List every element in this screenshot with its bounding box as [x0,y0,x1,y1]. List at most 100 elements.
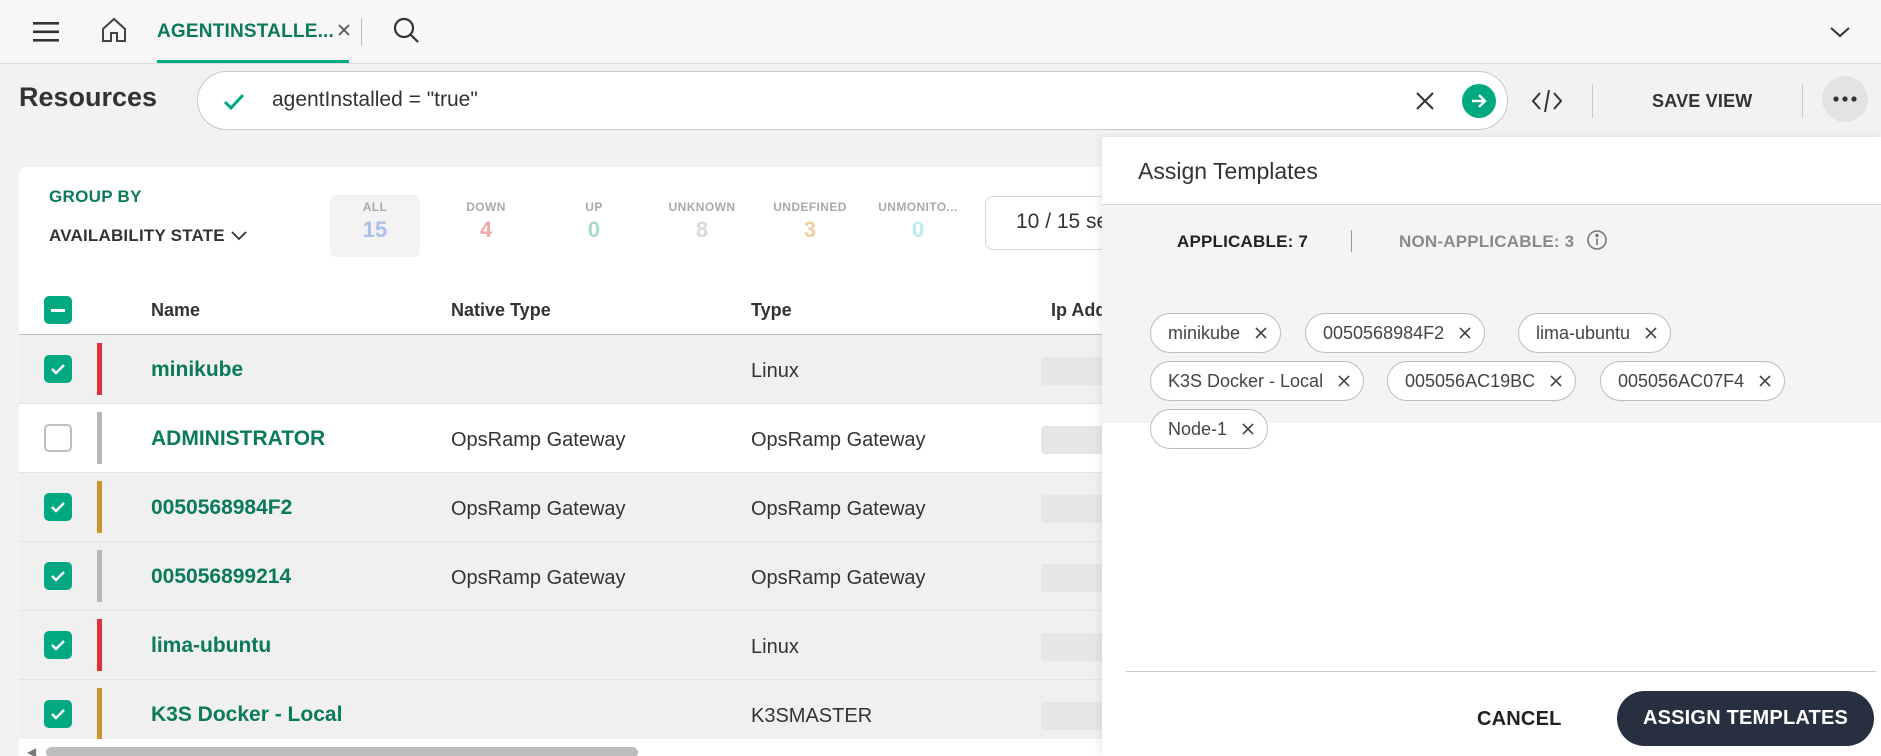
stat-undefined[interactable]: UNDEFINED 3 [765,200,855,243]
stat-value: 3 [803,217,817,242]
stat-up[interactable]: UP 0 [549,200,639,243]
row-checkbox[interactable] [44,493,72,521]
search-icon[interactable] [388,12,424,48]
stat-value: 4 [479,217,493,242]
status-bar [97,550,102,602]
chip-label: 0050568984F2 [1323,322,1445,343]
ellipsis-icon [1833,96,1857,102]
table-header: Name Native Type Type Ip Add [19,285,1139,335]
resource-name-link[interactable]: 0050568984F2 [151,496,292,520]
chip-label: 005056AC07F4 [1618,370,1745,391]
table-row[interactable]: 0050568984F2 OpsRamp Gateway OpsRamp Gat… [19,473,1139,542]
scrollbar-thumb[interactable] [46,747,638,756]
resource-chip: K3S Docker - Local [1150,361,1365,401]
tab-separator [1351,230,1352,252]
row-checkbox[interactable] [44,424,72,452]
scroll-left-icon[interactable]: ◀ [27,745,36,756]
footer-divider [1126,671,1876,672]
drawer-title: Assign Templates [1138,158,1318,184]
stat-label: UNMONITO... [878,200,958,214]
remove-icon[interactable] [1458,326,1472,340]
assign-templates-drawer: Assign Templates APPLICABLE: 7 NON-APPLI… [1102,137,1881,756]
stat-label: ALL [362,200,388,214]
row-checkbox[interactable] [44,631,72,659]
check-icon [220,88,248,116]
column-header-native-type[interactable]: Native Type [451,300,551,321]
run-query-button[interactable] [1462,84,1496,118]
info-icon[interactable] [1586,229,1608,251]
status-bar [97,688,102,740]
clear-icon[interactable] [1410,86,1440,116]
resource-chip: 005056AC07F4 [1600,361,1786,401]
remove-icon[interactable] [1241,422,1255,436]
resources-panel: GROUP BY AVAILABILITY STATE ALL 15 DOWN … [19,167,1139,756]
resource-chip: minikube [1150,313,1282,353]
select-all-checkbox[interactable] [44,296,72,324]
resource-chip: 0050568984F2 [1305,313,1486,353]
remove-icon[interactable] [1337,374,1351,388]
native-type-cell: OpsRamp Gateway [451,429,626,451]
check-icon [51,640,65,651]
row-checkbox[interactable] [44,700,72,728]
stat-down[interactable]: DOWN 4 [441,200,531,243]
tab-non-applicable[interactable]: NON-APPLICABLE: 3 [1399,232,1574,252]
more-options-button[interactable] [1822,76,1868,122]
check-icon [51,364,65,375]
save-view-button[interactable]: SAVE VIEW [1652,91,1752,112]
row-checkbox[interactable] [44,562,72,590]
stat-unknown[interactable]: UNKNOWN 8 [657,200,747,243]
close-icon[interactable] [333,19,355,41]
tab-separator [361,18,362,46]
row-checkbox[interactable] [44,355,72,383]
status-bar [97,619,102,671]
remove-icon[interactable] [1549,374,1563,388]
stat-label: UNKNOWN [668,200,736,214]
home-icon[interactable] [96,12,132,48]
resource-name-link[interactable]: ADMINISTRATOR [151,427,325,451]
stat-value: 0 [911,217,925,242]
table-row[interactable]: minikube Linux [19,335,1139,404]
resource-name-link[interactable]: K3S Docker - Local [151,703,342,727]
code-icon[interactable] [1530,84,1564,118]
stat-value: 15 [362,217,388,242]
chip-label: minikube [1168,322,1241,343]
tab-agentinstalled[interactable]: AGENTINSTALLE... [157,0,350,63]
table-row[interactable]: ADMINISTRATOR OpsRamp Gateway OpsRamp Ga… [19,404,1139,473]
type-cell: OpsRamp Gateway [751,429,926,451]
tab-label: AGENTINSTALLE... [157,21,335,42]
menu-icon[interactable] [28,14,64,50]
remove-icon[interactable] [1644,326,1658,340]
resource-name-link[interactable]: 005056899214 [151,565,291,589]
chevron-down-icon [231,231,247,241]
tab-applicable[interactable]: APPLICABLE: 7 [1177,232,1308,252]
query-text: agentInstalled = "true" [272,88,478,111]
query-input[interactable]: agentInstalled = "true" [197,71,1508,130]
chevron-down-icon[interactable] [1822,14,1858,50]
stat-label: DOWN [466,200,506,214]
resource-chip: Node-1 [1150,409,1269,449]
header-separator [1592,84,1593,118]
table-row[interactable]: lima-ubuntu Linux [19,611,1139,680]
remove-icon[interactable] [1254,326,1268,340]
horizontal-scrollbar[interactable]: ◀ [19,739,1139,756]
group-by-select[interactable]: AVAILABILITY STATE [49,226,247,246]
stat-label: UNDEFINED [773,200,847,214]
stat-unmonitored[interactable]: UNMONITO... 0 [873,200,963,243]
stat-all[interactable]: ALL 15 [330,195,420,257]
group-by-label: GROUP BY [49,187,142,206]
resource-name-link[interactable]: lima-ubuntu [151,634,271,658]
assign-templates-button[interactable]: ASSIGN TEMPLATES [1617,691,1874,746]
column-header-ip-address[interactable]: Ip Add [1051,300,1106,321]
column-header-name[interactable]: Name [151,300,200,321]
remove-icon[interactable] [1758,374,1772,388]
native-type-cell: OpsRamp Gateway [451,567,626,589]
chip-label: lima-ubuntu [1536,322,1631,343]
chip-label: Node-1 [1168,418,1228,439]
native-type-cell: OpsRamp Gateway [451,498,626,520]
table-row[interactable]: 005056899214 OpsRamp Gateway OpsRamp Gat… [19,542,1139,611]
resource-name-link[interactable]: minikube [151,358,243,382]
type-cell: OpsRamp Gateway [751,567,926,589]
type-cell: K3SMASTER [751,705,873,727]
cancel-button[interactable]: CANCEL [1477,708,1562,731]
column-header-type[interactable]: Type [751,300,792,321]
